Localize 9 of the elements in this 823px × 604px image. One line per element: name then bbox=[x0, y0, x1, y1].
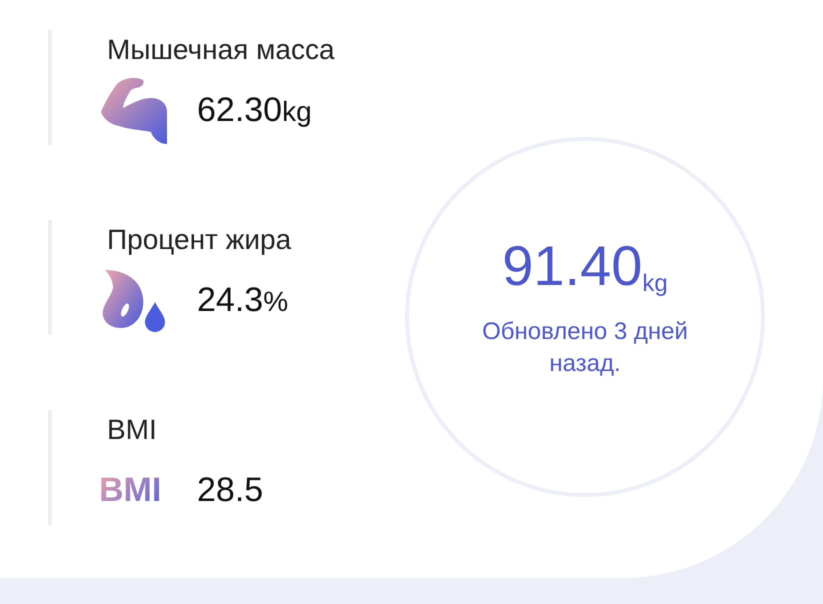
updated-note: Обновлено 3 дней назад. bbox=[481, 317, 689, 379]
metric-label: BMI bbox=[107, 413, 158, 447]
metric-label: Мышечная масса bbox=[107, 33, 336, 67]
metric-value: 62.30kg bbox=[197, 90, 312, 130]
metric-value: 28.5 bbox=[197, 470, 264, 510]
weight-value: 91.40$_{kg}$ bbox=[502, 234, 668, 299]
flexed-arm-icon bbox=[99, 76, 169, 144]
metric-label: Процент жира bbox=[107, 223, 292, 257]
metric-value: 24.3% bbox=[197, 280, 288, 320]
